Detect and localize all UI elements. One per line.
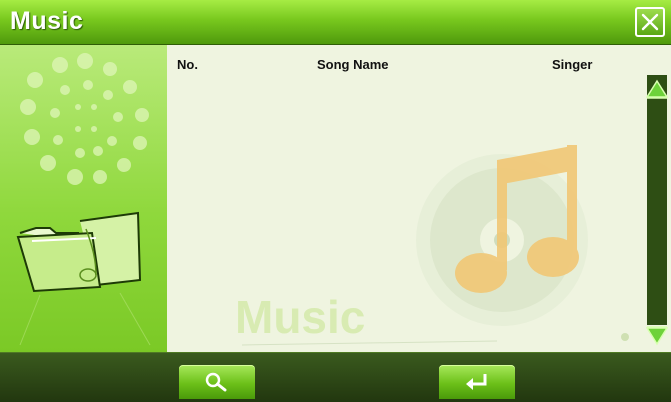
dot-pattern-decoration [20,53,149,185]
close-icon [641,13,659,31]
scroll-down-arrow-icon[interactable] [646,326,668,348]
column-header-singer: Singer [552,57,593,72]
bottom-toolbar [0,352,671,402]
enter-icon [466,374,487,390]
scrollbar[interactable] [643,45,671,352]
search-icon [205,372,227,392]
folder-panel-art [16,53,151,346]
title-bar: Music [0,0,671,45]
song-list[interactable]: Music No. Song Name Singer [167,45,643,352]
close-button[interactable] [635,7,665,37]
music-watermark-art: Music [235,145,629,346]
column-header-no: No. [177,57,198,72]
folder-panel [0,45,167,352]
folder-icon [16,211,142,293]
scrollbar-track[interactable] [647,75,667,325]
window-title: Music [10,7,84,35]
search-button[interactable] [179,365,255,399]
enter-button[interactable] [439,365,515,399]
scroll-up-arrow-icon[interactable] [646,77,668,99]
music-watermark-text: Music [235,291,365,343]
column-header-song-name: Song Name [317,57,389,72]
